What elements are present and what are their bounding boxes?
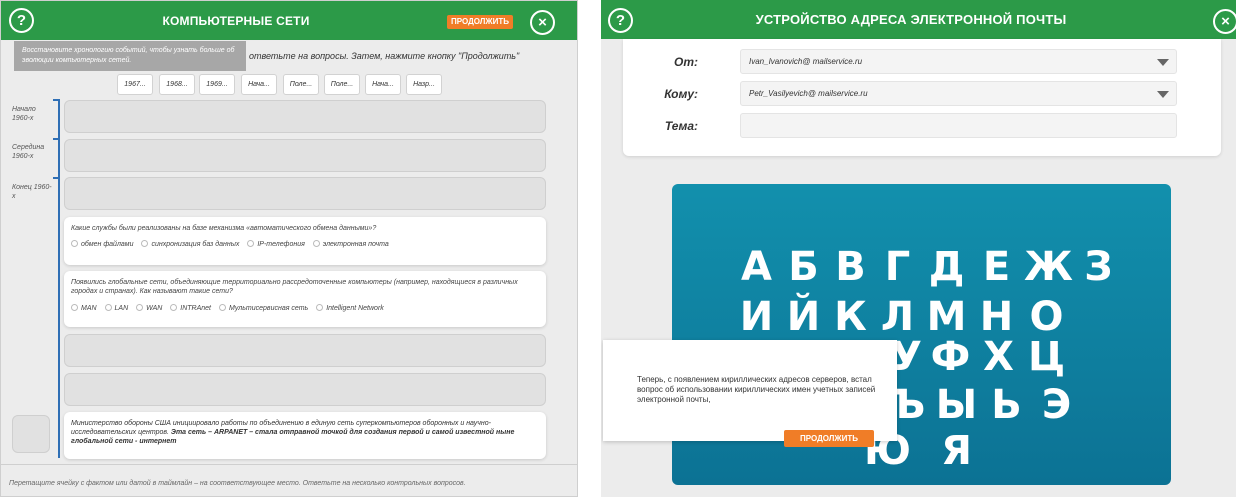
- chip-7[interactable]: Нача...: [365, 74, 401, 95]
- answer-option[interactable]: синхронизация баз данных: [141, 240, 239, 248]
- letter-tile: Г: [884, 244, 911, 290]
- drop-slot-1[interactable]: [64, 100, 546, 133]
- letter-tile: Ж: [1024, 244, 1073, 290]
- header-bar: ? Устройство адреса электронной почты ×: [601, 0, 1236, 39]
- timeline-label-early: Начало 1960-х: [12, 106, 36, 122]
- letter-tile: Е: [982, 244, 1011, 290]
- from-field[interactable]: Ivan_Ivanovich@ mailservice.ru: [740, 49, 1177, 74]
- right-window: ? Устройство адреса электронной почты × …: [601, 0, 1236, 497]
- drop-slot-2[interactable]: [64, 139, 546, 172]
- question-card-1: Какие службы были реализованы на базе ме…: [64, 217, 546, 265]
- from-value: Ivan_Ivanovich@ mailservice.ru: [749, 57, 863, 66]
- chip-5[interactable]: Поле...: [283, 74, 319, 95]
- letter-tile: Ь: [991, 382, 1022, 428]
- close-button[interactable]: ×: [530, 10, 555, 35]
- chip-2[interactable]: 1968...: [159, 74, 195, 95]
- email-form: От: Ivan_Ivanovich@ mailservice.ru Кому:…: [623, 39, 1221, 156]
- continue-button[interactable]: Продолжить: [447, 15, 513, 29]
- window-title: Устройство адреса электронной почты: [755, 12, 1067, 27]
- to-label: Кому:: [664, 87, 698, 101]
- subject-label: Тема:: [664, 119, 698, 133]
- question-text: Появились глобальные сети, объединяющие …: [71, 279, 518, 295]
- fact-card[interactable]: Министерство обороны США инициировало ра…: [64, 412, 546, 459]
- letter-tile: Б: [788, 244, 819, 290]
- hint-tooltip: Восстановите хронологию событий, чтобы у…: [14, 41, 246, 71]
- answer-option[interactable]: IP-телефония: [247, 240, 305, 248]
- letter-tile: И: [739, 294, 774, 340]
- info-popup: Теперь, с появлением кириллических адрес…: [603, 340, 897, 447]
- chip-4[interactable]: Нача...: [241, 74, 277, 95]
- letter-tile: Х: [983, 334, 1014, 380]
- dropdown-caret-icon[interactable]: [1157, 59, 1169, 66]
- drop-slot-3[interactable]: [64, 177, 546, 210]
- to-value: Petr_Vasilyevich@ mailservice.ru: [749, 89, 868, 98]
- chip-3[interactable]: 1969...: [199, 74, 235, 95]
- subject-field[interactable]: [740, 113, 1177, 138]
- letter-tile: Ц: [1027, 334, 1066, 380]
- chip-1[interactable]: 1967...: [117, 74, 153, 95]
- header-bar: ? Компьютерные сети Продолжить ×: [1, 1, 577, 40]
- answer-option[interactable]: Intelligent Network: [316, 304, 384, 313]
- popup-text: Теперь, с появлением кириллических адрес…: [637, 375, 876, 404]
- answer-option[interactable]: MAN: [71, 304, 97, 313]
- letter-tile: Ы: [935, 382, 978, 428]
- dropdown-caret-icon[interactable]: [1157, 91, 1169, 98]
- letter-tile: Э: [1041, 382, 1072, 428]
- drag-source-slot[interactable]: [12, 415, 50, 453]
- close-button[interactable]: ×: [1213, 9, 1236, 34]
- answer-option[interactable]: LAN: [105, 304, 129, 313]
- chip-6[interactable]: Поле...: [324, 74, 360, 95]
- question-card-2: Появились глобальные сети, объединяющие …: [64, 271, 546, 327]
- letter-tile: Я: [941, 428, 972, 474]
- answer-option[interactable]: WAN: [136, 304, 162, 313]
- drop-slot-5[interactable]: [64, 373, 546, 406]
- chip-8[interactable]: Назр...: [406, 74, 442, 95]
- letter-tile: Ф: [930, 334, 971, 380]
- timeline-line: [58, 99, 60, 458]
- letter-tile: Д: [928, 244, 965, 290]
- to-field[interactable]: Petr_Vasilyevich@ mailservice.ru: [740, 81, 1177, 106]
- footer-text: Перетащите ячейку с фактом или датой в т…: [9, 480, 466, 487]
- answer-option[interactable]: INTRAnet: [170, 304, 211, 313]
- from-label: От:: [674, 55, 698, 69]
- left-window: ? Компьютерные сети Продолжить × Восстан…: [0, 0, 578, 497]
- letter-tile: К: [834, 294, 867, 340]
- timeline-label-mid: Середина 1960-х: [12, 144, 45, 160]
- drop-slot-4[interactable]: [64, 334, 546, 367]
- letter-tile: Й: [786, 294, 821, 340]
- letter-tile: А: [741, 244, 772, 290]
- timeline-label-late: Конец 1960-х: [12, 184, 52, 200]
- letter-tile: В: [835, 244, 866, 290]
- letter-tile: З: [1084, 244, 1113, 290]
- question-text: Какие службы были реализованы на базе ме…: [71, 225, 377, 232]
- instruction-text: ответьте на вопросы. Затем, нажмите кноп…: [249, 51, 520, 61]
- answer-option[interactable]: электронная почта: [313, 240, 389, 248]
- answer-option[interactable]: Мультисервисная сеть: [219, 304, 308, 313]
- footer-bar: Перетащите ячейку с фактом или датой в т…: [1, 464, 577, 496]
- answer-option[interactable]: обмен файлами: [71, 240, 134, 248]
- popup-continue-button[interactable]: Продолжить: [784, 430, 874, 447]
- window-title: Компьютерные сети: [162, 14, 310, 28]
